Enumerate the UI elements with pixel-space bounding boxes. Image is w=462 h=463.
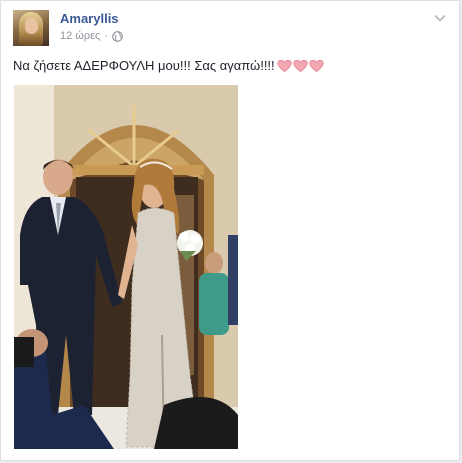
post-meta: 12 ώρες · bbox=[60, 30, 123, 42]
globe-icon[interactable] bbox=[112, 30, 123, 42]
post-card: Amaryllis 12 ώρες · Να ζήσετε ΑΔΕΡΦΟΥΛΗ … bbox=[0, 0, 460, 461]
avatar[interactable] bbox=[13, 10, 49, 46]
post-timestamp[interactable]: 12 ώρες bbox=[60, 30, 100, 42]
post-text: Να ζήσετε ΑΔΕΡΦΟΥΛΗ μου!!! Σας αγαπώ!!!! bbox=[13, 58, 325, 73]
heart-icon bbox=[309, 59, 324, 72]
meta-separator: · bbox=[104, 30, 109, 42]
author-name[interactable]: Amaryllis bbox=[60, 11, 119, 26]
heart-icon bbox=[293, 59, 308, 72]
heart-icon bbox=[277, 59, 292, 72]
avatar-face bbox=[25, 18, 38, 34]
chevron-down-icon[interactable] bbox=[433, 11, 447, 25]
wedding-photo-illustration bbox=[14, 85, 238, 449]
post-photo[interactable] bbox=[14, 85, 238, 449]
hearts-emoji bbox=[277, 59, 325, 73]
post-message: Να ζήσετε ΑΔΕΡΦΟΥΛΗ μου!!! Σας αγαπώ!!!! bbox=[13, 58, 275, 73]
